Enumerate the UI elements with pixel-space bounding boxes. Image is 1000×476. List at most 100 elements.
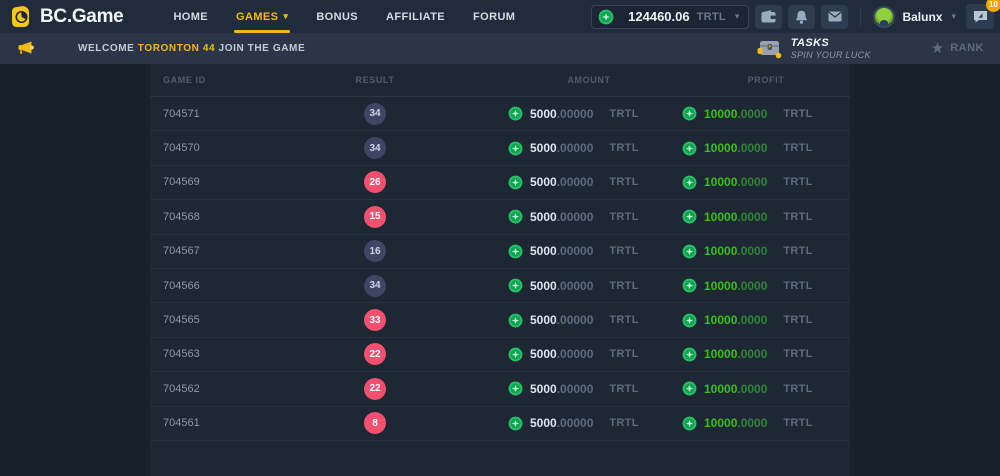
trtl-coin-icon (508, 106, 523, 121)
amount-currency: TRTL (609, 108, 638, 120)
announcement-right: TASKS SPIN YOUR LUCK ★ RANK (755, 37, 986, 60)
game-id-cell: 704563 (150, 348, 310, 360)
nav-item-games-label: GAMES (236, 11, 278, 23)
profit-dec: .0000 (737, 244, 767, 258)
trtl-coin-icon (682, 175, 697, 190)
amount-cell: 5000.00000 TRTL (440, 278, 670, 293)
result-cell: 34 (310, 275, 440, 297)
table-row[interactable]: 704562 22 5000.00000 TRTL (150, 372, 850, 406)
profit-int: 10000 (704, 279, 737, 293)
trtl-coin-icon (508, 313, 523, 328)
main-nav: HOME GAMES ▾ BONUS AFFILIATE FORUM (159, 0, 529, 33)
trtl-coin-icon (508, 381, 523, 396)
profit-int: 10000 (704, 210, 737, 224)
trtl-coin-icon (508, 244, 523, 259)
result-cell: 15 (310, 206, 440, 228)
profit-cell: 10000.0000 TRTL (670, 313, 850, 328)
game-id-cell: 704562 (150, 383, 310, 395)
balance-currency: TRTL (697, 11, 726, 23)
trtl-coin-icon (508, 347, 523, 362)
profit-dec: .0000 (737, 347, 767, 361)
profit-currency: TRTL (783, 176, 812, 188)
result-badge: 34 (364, 137, 386, 159)
profit-cell: 10000.0000 TRTL (670, 347, 850, 362)
amount-currency: TRTL (609, 280, 638, 292)
nav-item-affiliate[interactable]: AFFILIATE (372, 0, 459, 33)
trtl-coin-icon (508, 416, 523, 431)
welcome-highlight: TORONTON 44 (138, 43, 215, 54)
result-badge: 22 (364, 378, 386, 400)
profit-int: 10000 (704, 382, 737, 396)
welcome-suffix: JOIN THE GAME (215, 43, 305, 54)
nav-item-bonus[interactable]: BONUS (302, 0, 372, 33)
profit-dec: .0000 (737, 382, 767, 396)
trtl-coin-icon (508, 141, 523, 156)
result-cell: 22 (310, 378, 440, 400)
messages-button[interactable] (821, 5, 848, 29)
amount-cell: 5000.00000 TRTL (440, 347, 670, 362)
wallet-button[interactable] (755, 5, 782, 29)
amount-cell: 5000.00000 TRTL (440, 175, 670, 190)
amount-cell: 5000.00000 TRTL (440, 209, 670, 224)
result-badge: 8 (364, 412, 386, 434)
table-header: GAME ID RESULT AMOUNT PROFIT (150, 64, 850, 97)
game-id-cell: 704568 (150, 211, 310, 223)
tasks-title: TASKS (791, 37, 871, 50)
result-cell: 26 (310, 171, 440, 193)
table-row[interactable]: 704567 16 5000.00000 TRTL (150, 235, 850, 269)
profit-dec: .0000 (737, 279, 767, 293)
tasks-widget[interactable]: TASKS SPIN YOUR LUCK (755, 37, 871, 60)
table-row[interactable]: 704571 34 5000.00000 TRTL (150, 97, 850, 131)
amount-currency: TRTL (609, 348, 638, 360)
result-cell: 16 (310, 240, 440, 262)
notifications-button[interactable] (788, 5, 815, 29)
table-row[interactable]: 704568 15 5000.00000 TRTL (150, 200, 850, 234)
trtl-coin-icon (682, 209, 697, 224)
nav-item-games[interactable]: GAMES ▾ (222, 0, 302, 33)
game-id-cell: 704565 (150, 314, 310, 326)
chat-button[interactable]: 10 (966, 4, 994, 29)
table-row[interactable]: 704570 34 5000.00000 TRTL (150, 131, 850, 165)
trtl-coin-icon (682, 313, 697, 328)
amount-int: 5000 (530, 141, 557, 155)
table-row[interactable]: 704561 8 5000.00000 TRTL (150, 407, 850, 441)
profit-currency: TRTL (783, 383, 812, 395)
profit-int: 10000 (704, 313, 737, 327)
amount-dec: .00000 (557, 382, 594, 396)
table-row[interactable]: 704563 22 5000.00000 TRTL (150, 338, 850, 372)
amount-currency: TRTL (609, 211, 638, 223)
rank-widget[interactable]: ★ RANK (931, 41, 984, 56)
balance-selector[interactable]: 124460.06 TRTL ▾ (591, 5, 749, 29)
trtl-coin-icon (682, 416, 697, 431)
table-row[interactable]: 704569 26 5000.00000 TRTL (150, 166, 850, 200)
chevron-down-icon: ▾ (951, 11, 956, 22)
result-badge: 33 (364, 309, 386, 331)
profit-dec: .0000 (737, 416, 767, 430)
profit-dec: .0000 (737, 313, 767, 327)
game-id-cell: 704570 (150, 142, 310, 154)
tasks-subtitle: SPIN YOUR LUCK (791, 50, 871, 60)
amount-currency: TRTL (609, 176, 638, 188)
amount-dec: .00000 (557, 210, 594, 224)
trtl-coin-icon (598, 9, 614, 25)
result-badge: 34 (364, 275, 386, 297)
user-menu[interactable]: Balunx ▾ (873, 6, 956, 28)
profit-currency: TRTL (783, 348, 812, 360)
amount-cell: 5000.00000 TRTL (440, 381, 670, 396)
game-id-cell: 704567 (150, 245, 310, 257)
balance-value: 124460.06 (628, 9, 689, 24)
table-row[interactable]: 704566 34 5000.00000 TRTL (150, 269, 850, 303)
column-header-amount: AMOUNT (440, 75, 670, 85)
nav-item-home[interactable]: HOME (159, 0, 222, 33)
chat-badge: 10 (986, 0, 1000, 12)
nav-item-forum[interactable]: FORUM (459, 0, 529, 33)
result-cell: 22 (310, 343, 440, 365)
mail-icon (828, 11, 842, 22)
profit-int: 10000 (704, 244, 737, 258)
table-row[interactable]: 704565 33 5000.00000 TRTL (150, 303, 850, 337)
amount-int: 5000 (530, 244, 557, 258)
trtl-coin-icon (682, 278, 697, 293)
profit-cell: 10000.0000 TRTL (670, 106, 850, 121)
bell-icon (795, 10, 808, 24)
bcgame-logo[interactable]: BC.Game (8, 5, 123, 29)
